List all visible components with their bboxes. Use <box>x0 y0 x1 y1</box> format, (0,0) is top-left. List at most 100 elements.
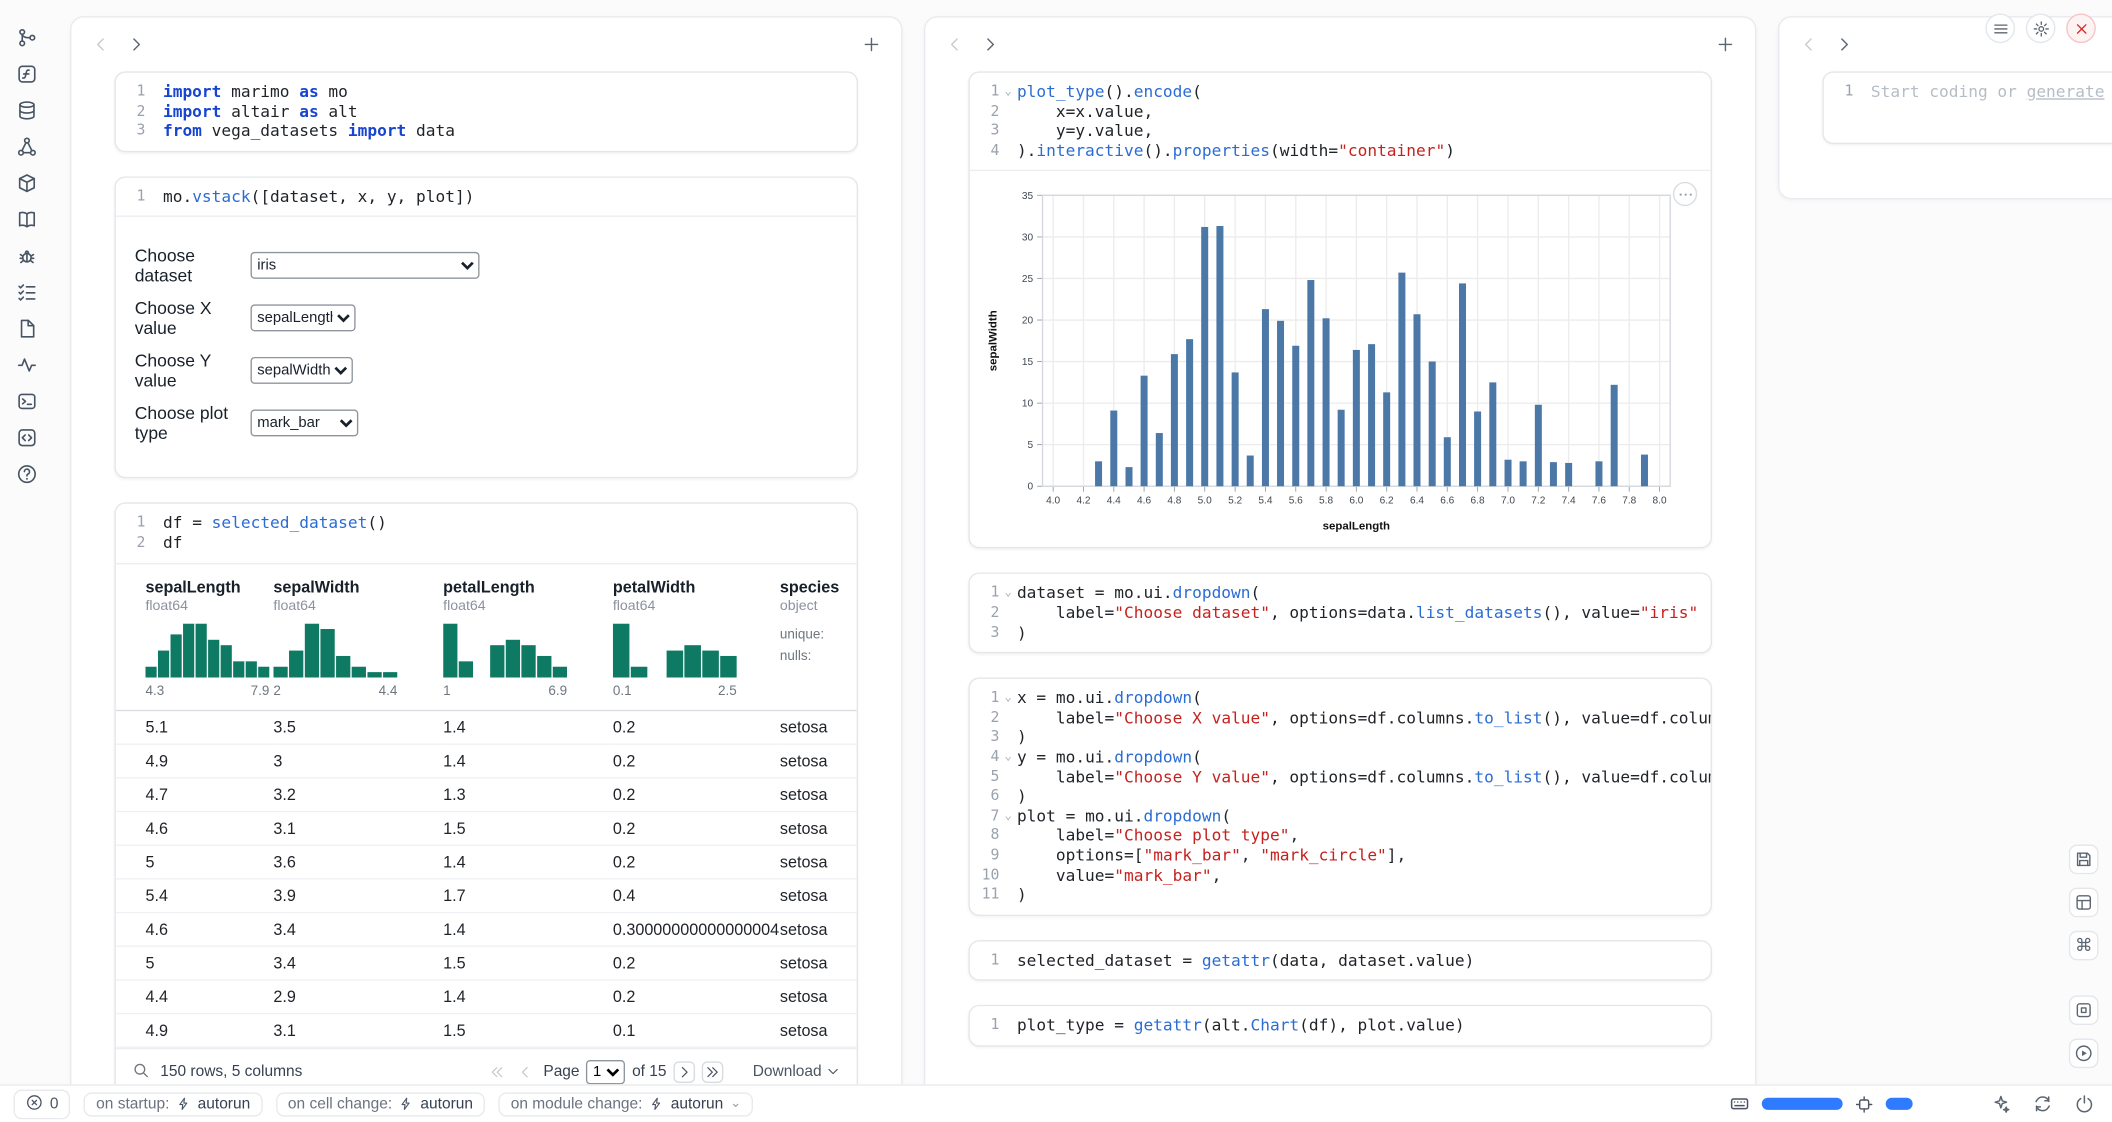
fold-arrow-icon[interactable]: ⌄ <box>999 688 1017 708</box>
code-cell-selected-dataset[interactable]: 1selected_dataset = getattr(data, datase… <box>968 940 1712 981</box>
code-line[interactable]: 4).interactive().properties(width="conta… <box>970 141 1700 161</box>
fold-arrow-icon[interactable]: ⌄ <box>999 584 1017 604</box>
altair-bar-chart[interactable]: 4.04.24.44.64.85.05.25.45.65.86.06.26.46… <box>983 185 1686 535</box>
runtime-config-chip[interactable]: on startup:autorun <box>84 1092 262 1116</box>
code-line[interactable]: 11) <box>970 885 1700 905</box>
fold-arrow-icon[interactable]: ⌄ <box>999 806 1017 826</box>
table-row[interactable]: 4.931.40.2setosa <box>116 744 857 778</box>
runtime-config-chip[interactable]: on module change:autorun⌄ <box>499 1092 754 1116</box>
code-cell-plot-type[interactable]: 1plot_type = getattr(alt.Chart(df), plot… <box>968 1005 1712 1046</box>
table-row[interactable]: 4.42.91.40.2setosa <box>116 979 857 1013</box>
panel-button-bug[interactable] <box>11 240 43 272</box>
column-header-sepalLength[interactable]: sepalLengthfloat644.37.9 <box>116 564 274 710</box>
table-row[interactable]: 53.41.50.2setosa <box>116 946 857 980</box>
add-cell-button[interactable] <box>858 31 885 58</box>
code-cell-empty[interactable]: 1 Start coding or generate with AI. <box>1822 71 2112 144</box>
column-header-species[interactable]: speciesobjectunique:nulls: <box>780 564 857 710</box>
last-page-button[interactable] <box>702 1061 724 1083</box>
table-row[interactable]: 53.61.40.2setosa <box>116 845 857 879</box>
code-cell-plot[interactable]: 1⌄plot_type().encode(2 x=x.value,3 y=y.v… <box>968 71 1712 548</box>
keyboard-icon[interactable] <box>1729 1094 1749 1114</box>
notebook-menu-button[interactable] <box>1985 13 2015 43</box>
runtime-config-chip[interactable]: on cell change:autorun <box>276 1092 485 1116</box>
code-line[interactable]: 1import marimo as mo <box>116 82 846 102</box>
floating-command-button[interactable]: ⌘ <box>2069 931 2099 961</box>
code-line[interactable]: 2import altair as alt <box>116 102 846 122</box>
column-next-button[interactable] <box>977 31 1004 58</box>
floating-run-button[interactable] <box>2069 1038 2099 1068</box>
code-cell-dataframe[interactable]: 1df = selected_dataset()2df sepalLengthf… <box>114 503 858 1096</box>
status-power-button[interactable] <box>2069 1089 2099 1119</box>
code-line[interactable]: 1df = selected_dataset() <box>116 514 846 534</box>
column-next-button[interactable] <box>123 31 150 58</box>
code-cell-dataset-dropdown[interactable]: 1⌄dataset = mo.ui.dropdown(2 label="Choo… <box>968 573 1712 654</box>
code-line[interactable]: 3) <box>970 728 1700 748</box>
code-line[interactable]: 2df <box>116 533 846 553</box>
generate-with-ai-link[interactable]: generate <box>2027 82 2105 101</box>
error-count-chip[interactable]: 0 <box>13 1089 70 1119</box>
dropdown-choose-dataset[interactable]: iris <box>251 252 480 279</box>
settings-button[interactable] <box>2026 13 2056 43</box>
panel-button-book[interactable] <box>11 203 43 235</box>
floating-frame-button[interactable] <box>2069 995 2099 1025</box>
page-select[interactable]: 1 <box>586 1059 625 1083</box>
code-line[interactable]: 5 label="Choose Y value", options=df.col… <box>970 767 1700 787</box>
code-line[interactable]: 10 value="mark_bar", <box>970 865 1700 885</box>
next-page-button[interactable] <box>673 1061 695 1083</box>
column-next-button[interactable] <box>1830 31 1857 58</box>
floating-layout-grid-button[interactable] <box>2069 888 2099 918</box>
floating-save-button[interactable] <box>2069 845 2099 875</box>
table-row[interactable]: 4.63.11.50.2setosa <box>116 811 857 845</box>
code-line[interactable]: 1selected_dataset = getattr(data, datase… <box>970 951 1700 971</box>
panel-button-document[interactable] <box>11 312 43 344</box>
memory-usage-bar[interactable] <box>1762 1098 1843 1110</box>
panel-button-database[interactable] <box>11 94 43 126</box>
chart-actions-button[interactable] <box>1673 182 1697 206</box>
panel-button-checklist[interactable] <box>11 276 43 308</box>
code-line[interactable]: 1 Start coding or generate with AI. <box>1824 82 2112 102</box>
first-page-button[interactable] <box>487 1061 509 1083</box>
code-line[interactable]: 1mo.vstack([dataset, x, y, plot]) <box>116 187 846 207</box>
status-cycle-button[interactable] <box>2027 1089 2057 1119</box>
panel-button-package[interactable] <box>11 167 43 199</box>
fold-arrow-icon[interactable]: ⌄ <box>999 747 1017 767</box>
code-line[interactable]: 4⌄y = mo.ui.dropdown( <box>970 747 1700 767</box>
cpu-usage-bar[interactable] <box>1886 1098 1913 1110</box>
code-line[interactable]: 9 options=["mark_bar", "mark_circle"], <box>970 846 1700 866</box>
table-row[interactable]: 5.43.91.70.4setosa <box>116 878 857 912</box>
panel-button-help[interactable] <box>11 458 43 490</box>
code-line[interactable]: 3from vega_datasets import data <box>116 121 846 141</box>
editor-placeholder[interactable]: Start coding or generate with AI. <box>1871 82 2112 102</box>
panel-button-network[interactable] <box>11 131 43 163</box>
panel-button-function-square[interactable] <box>11 58 43 90</box>
panel-button-snippets[interactable] <box>11 422 43 454</box>
code-line[interactable]: 2 label="Choose X value", options=df.col… <box>970 708 1700 728</box>
code-line[interactable]: 7⌄plot = mo.ui.dropdown( <box>970 806 1700 826</box>
code-line[interactable]: 1⌄dataset = mo.ui.dropdown( <box>970 584 1700 604</box>
code-cell-vstack[interactable]: 1mo.vstack([dataset, x, y, plot]) Choose… <box>114 176 858 479</box>
dropdown-choose-plot-type[interactable]: mark_bar <box>251 410 359 437</box>
table-row[interactable]: 4.73.21.30.2setosa <box>116 777 857 811</box>
panel-button-console[interactable] <box>11 385 43 417</box>
column-prev-button[interactable] <box>1795 31 1822 58</box>
code-line[interactable]: 1plot_type = getattr(alt.Chart(df), plot… <box>970 1016 1700 1036</box>
code-line[interactable]: 6) <box>970 787 1700 807</box>
table-row[interactable]: 5.13.51.40.2setosa <box>116 710 857 744</box>
column-header-sepalWidth[interactable]: sepalWidthfloat6424.4 <box>273 564 443 710</box>
code-line[interactable]: 3) <box>970 623 1700 643</box>
panel-button-activity[interactable] <box>11 349 43 381</box>
dropdown-choose-x-value[interactable]: sepalLength <box>251 305 356 332</box>
panel-button-tree[interactable] <box>11 22 43 54</box>
shutdown-button[interactable] <box>2066 13 2096 43</box>
code-line[interactable]: 2 label="Choose dataset", options=data.l… <box>970 603 1700 623</box>
column-header-petalLength[interactable]: petalLengthfloat6416.9 <box>443 564 613 710</box>
code-line[interactable]: 8 label="Choose plot type", <box>970 826 1700 846</box>
prev-page-button[interactable] <box>515 1061 537 1083</box>
code-line[interactable]: 1⌄x = mo.ui.dropdown( <box>970 688 1700 708</box>
table-row[interactable]: 4.63.41.40.30000000000000004setosa <box>116 912 857 946</box>
table-row[interactable]: 4.93.11.50.1setosa <box>116 1013 857 1047</box>
code-line[interactable]: 1⌄plot_type().encode( <box>970 82 1700 102</box>
dropdown-choose-y-value[interactable]: sepalWidth <box>251 357 353 384</box>
code-line[interactable]: 3 y=y.value, <box>970 121 1700 141</box>
column-header-petalWidth[interactable]: petalWidthfloat640.12.5 <box>613 564 780 710</box>
